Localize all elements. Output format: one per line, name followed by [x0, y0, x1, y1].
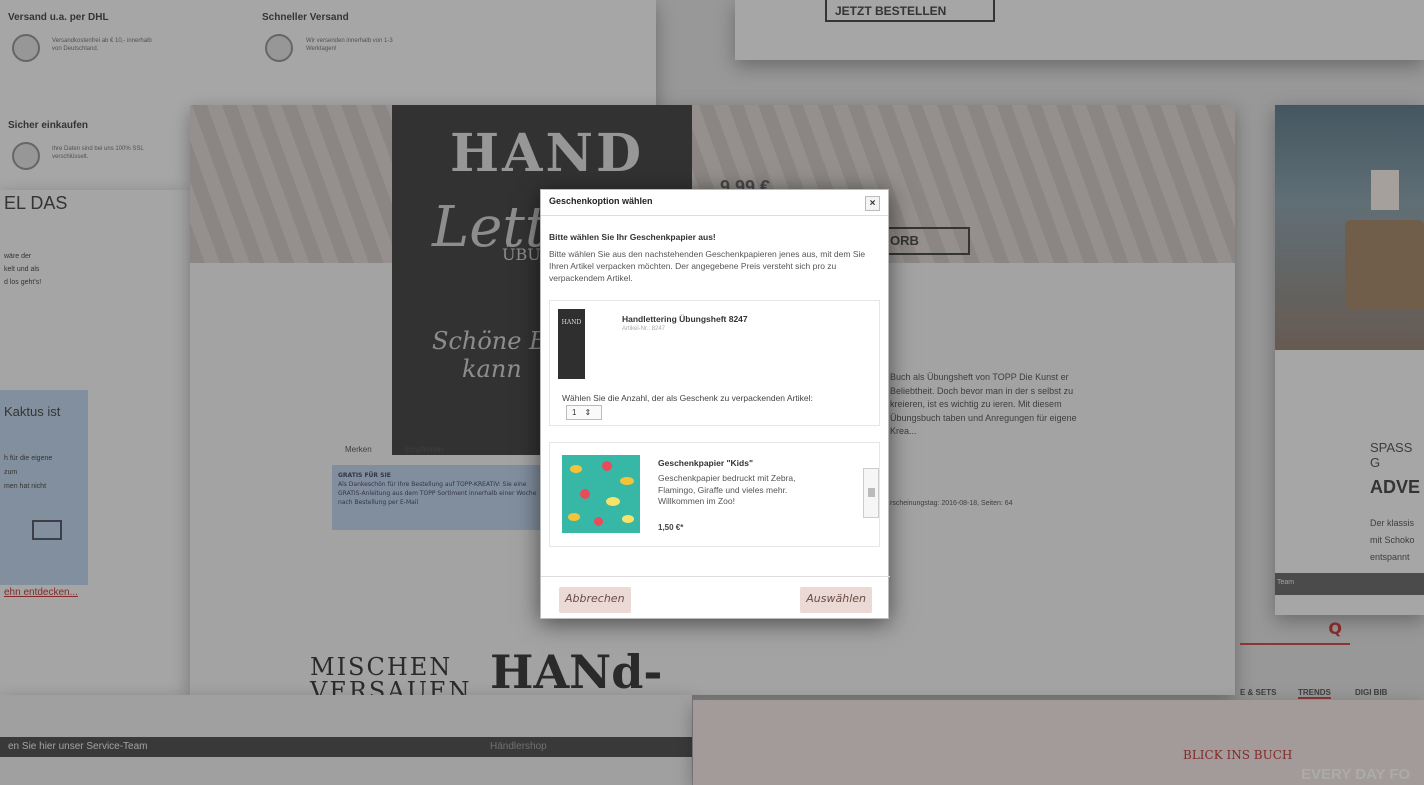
close-icon[interactable]: ×	[865, 196, 880, 211]
scroll-thumb[interactable]	[868, 488, 875, 497]
dialog-body: Bitte wählen Sie Ihr Geschenkpapier aus!…	[541, 216, 888, 547]
gift-paper-option[interactable]: Geschenkpapier "Kids" Geschenkpapier bed…	[549, 442, 880, 547]
gift-paper-description: Geschenkpapier bedruckt mit Zebra, Flami…	[658, 473, 796, 506]
quantity-value: 1	[572, 408, 577, 417]
dialog-heading: Bitte wählen Sie Ihr Geschenkpapier aus!	[549, 232, 716, 242]
quantity-select[interactable]: 1 ⇕	[566, 405, 602, 420]
dialog-footer: Abbrechen Auswählen	[541, 576, 890, 618]
dialog-title: Geschenkoption wählen	[549, 196, 653, 206]
product-name: Handlettering Übungsheft 8247	[622, 314, 748, 324]
gift-paper-price: 1,50 €*	[658, 523, 684, 532]
product-thumbnail: HAND	[558, 309, 585, 379]
dialog-header: Geschenkoption wählen ×	[541, 190, 888, 216]
dialog-intro: Bitte wählen Sie aus den nachstehenden G…	[549, 249, 866, 283]
product-article-number: Artikel-Nr.: 8247	[622, 326, 666, 332]
carousel-scrollbar[interactable]	[863, 468, 879, 518]
gift-paper-image	[562, 455, 640, 533]
product-card: HAND Handlettering Übungsheft 8247 Artik…	[549, 300, 880, 426]
select-button[interactable]: Auswählen	[800, 587, 872, 613]
cancel-button[interactable]: Abbrechen	[559, 587, 631, 613]
quantity-label: Wählen Sie die Anzahl, der als Geschenk …	[562, 393, 813, 403]
gift-paper-name: Geschenkpapier "Kids"	[658, 458, 753, 468]
gift-option-dialog: Geschenkoption wählen × Bitte wählen Sie…	[540, 189, 890, 619]
product-thumbnail-text: HAND	[561, 319, 582, 326]
select-arrows-icon: ⇕	[584, 408, 592, 417]
